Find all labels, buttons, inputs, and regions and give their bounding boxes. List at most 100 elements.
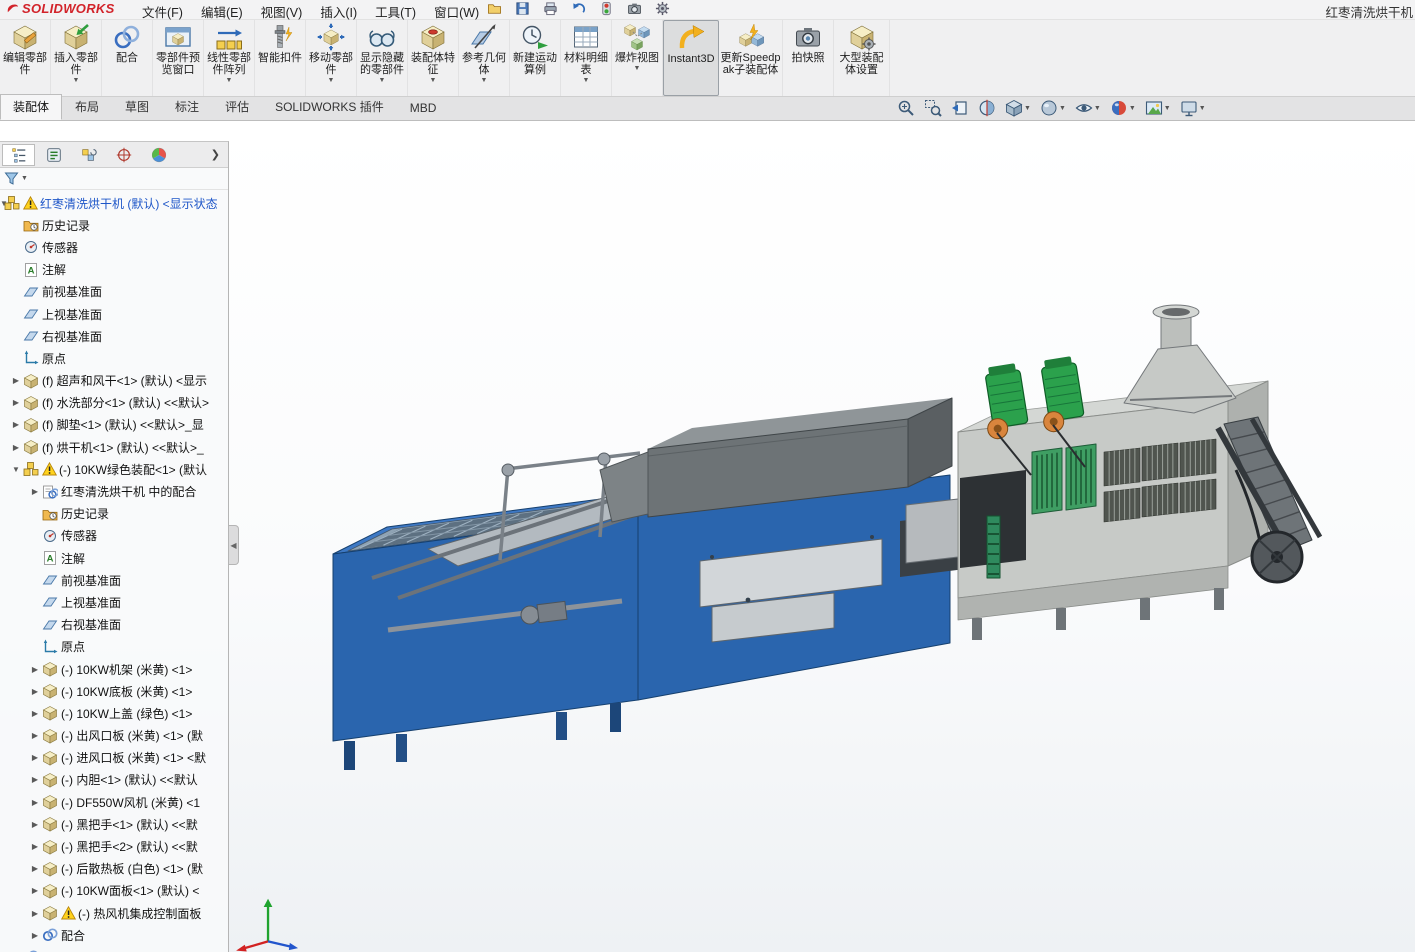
expand-icon[interactable]: ▶ xyxy=(28,909,42,918)
tree-item-21[interactable]: ▶ (-) 10KW机架 (米黄) <1> xyxy=(0,658,228,680)
save-icon[interactable] xyxy=(515,1,530,16)
dropdown-caret-icon[interactable]: ▼ xyxy=(430,77,437,85)
tree-item-25[interactable]: ▶ (-) 进风口板 (米黄) <1> <默 xyxy=(0,747,228,769)
tree-item-18[interactable]: 上视基准面 xyxy=(0,591,228,613)
ribbon-button-instant3d[interactable]: Instant3D xyxy=(663,20,719,96)
expand-icon[interactable]: ▶ xyxy=(28,487,42,496)
rebuild-icon[interactable] xyxy=(599,1,614,16)
ribbon-button-assembly-features[interactable]: 装配体特征 ▼ xyxy=(408,20,459,96)
panel-expand-chevron-icon[interactable]: ❯ xyxy=(205,148,226,161)
ribbon-button-show-hidden-components[interactable]: 显示隐藏的零部件 ▼ xyxy=(357,20,408,96)
tree-item-3[interactable]: A 注解 xyxy=(0,259,228,281)
panel-tab-configurationmanager[interactable] xyxy=(72,144,105,166)
tree-item-19[interactable]: 右视基准面 xyxy=(0,614,228,636)
expand-icon[interactable]: ▶ xyxy=(28,775,42,784)
tab-mbd[interactable]: MBD xyxy=(397,97,450,120)
tree-item-33[interactable]: ▶ 配合 xyxy=(0,924,228,946)
tree-item-16[interactable]: A 注解 xyxy=(0,547,228,569)
expand-icon[interactable]: ▶ xyxy=(28,731,42,740)
tree-item-30[interactable]: ▶ (-) 后散热板 (白色) <1> (默 xyxy=(0,858,228,880)
tree-item-31[interactable]: ▶ (-) 10KW面板<1> (默认) < xyxy=(0,880,228,902)
filter-dropdown-caret-icon[interactable]: ▼ xyxy=(21,175,28,182)
dropdown-caret-icon[interactable]: ▼ xyxy=(1094,105,1101,112)
tree-item-7[interactable]: 原点 xyxy=(0,347,228,369)
dropdown-caret-icon[interactable]: ▼ xyxy=(1024,105,1031,112)
tree-item-24[interactable]: ▶ (-) 出风口板 (米黄) <1> (默 xyxy=(0,725,228,747)
expand-icon[interactable]: ▶ xyxy=(28,886,42,895)
gear-icon[interactable] xyxy=(655,1,670,16)
tab-evaluate[interactable]: 评估 xyxy=(212,94,262,120)
tree-item-1[interactable]: 历史记录 xyxy=(0,214,228,236)
dropdown-caret-icon[interactable]: ▼ xyxy=(481,77,488,85)
ribbon-button-mate[interactable]: 配合 xyxy=(102,20,153,96)
expand-icon[interactable]: ▶ xyxy=(9,398,23,407)
tree-item-32[interactable]: ▶ (-) 热风机集成控制面板 xyxy=(0,902,228,924)
menu-insert[interactable]: 插入(I) xyxy=(311,1,366,22)
tree-item-29[interactable]: ▶ (-) 黑把手<2> (默认) <<默 xyxy=(0,835,228,857)
expand-icon[interactable]: ▶ xyxy=(28,687,42,696)
hud-display-style[interactable]: ▼ xyxy=(1040,99,1066,117)
panel-tab-dimxpertmanager[interactable] xyxy=(107,144,140,166)
hud-zoom-fit[interactable] xyxy=(897,99,915,117)
menu-edit[interactable]: 编辑(E) xyxy=(192,1,252,22)
dropdown-caret-icon[interactable]: ▼ xyxy=(73,77,80,85)
tree-item-10[interactable]: ▶ (f) 脚垫<1> (默认) <<默认>_显 xyxy=(0,414,228,436)
dropdown-caret-icon[interactable]: ▼ xyxy=(1199,105,1206,112)
menu-window[interactable]: 窗口(W) xyxy=(425,1,488,22)
panel-tab-displaymanager[interactable] xyxy=(142,144,175,166)
tree-item-15[interactable]: 传感器 xyxy=(0,525,228,547)
tree-item-34[interactable] xyxy=(0,946,228,952)
dropdown-caret-icon[interactable]: ▼ xyxy=(1059,105,1066,112)
ribbon-button-take-snapshot[interactable]: 拍快照 xyxy=(783,20,834,96)
panel-tab-featuremanager[interactable] xyxy=(2,144,35,166)
tree-item-11[interactable]: ▶ (f) 烘干机<1> (默认) <<默认>_ xyxy=(0,436,228,458)
expand-icon[interactable]: ▶ xyxy=(9,420,23,429)
camera-icon[interactable] xyxy=(627,1,642,16)
hud-apply-scene[interactable]: ▼ xyxy=(1145,99,1171,117)
tree-item-20[interactable]: 原点 xyxy=(0,636,228,658)
dropdown-caret-icon[interactable]: ▼ xyxy=(583,77,590,85)
dropdown-caret-icon[interactable]: ▼ xyxy=(1129,105,1136,112)
tree-item-2[interactable]: 传感器 xyxy=(0,236,228,258)
tree-item-27[interactable]: ▶ (-) DF550W风机 (米黄) <1 xyxy=(0,791,228,813)
tree-item-26[interactable]: ▶ (-) 内胆<1> (默认) <<默认 xyxy=(0,769,228,791)
tree-item-5[interactable]: 上视基准面 xyxy=(0,303,228,325)
expand-icon[interactable]: ▶ xyxy=(28,820,42,829)
tab-assembly[interactable]: 装配体 xyxy=(0,94,62,120)
undo-icon[interactable] xyxy=(571,1,586,16)
tree-item-8[interactable]: ▶ (f) 超声和风干<1> (默认) <显示 xyxy=(0,370,228,392)
tree-item-0[interactable]: ▼ 红枣清洗烘干机 (默认) <显示状态 xyxy=(0,192,228,214)
hud-view-settings[interactable]: ▼ xyxy=(1180,99,1206,117)
tree-item-6[interactable]: 右视基准面 xyxy=(0,325,228,347)
tree-item-22[interactable]: ▶ (-) 10KW底板 (米黄) <1> xyxy=(0,680,228,702)
ribbon-button-linear-component-pattern[interactable]: 线性零部件阵列 ▼ xyxy=(204,20,255,96)
panel-tab-propertymanager[interactable] xyxy=(37,144,70,166)
expand-icon[interactable]: ▶ xyxy=(28,753,42,762)
tab-addins[interactable]: SOLIDWORKS 插件 xyxy=(262,94,397,120)
hud-zoom-area[interactable] xyxy=(924,99,942,117)
panel-collapse-handle[interactable]: ◀ xyxy=(229,525,239,565)
tree-item-4[interactable]: 前视基准面 xyxy=(0,281,228,303)
ribbon-button-component-preview-window[interactable]: 零部件预览窗口 xyxy=(153,20,204,96)
expand-icon[interactable]: ▶ xyxy=(28,931,42,940)
ribbon-button-update-speedpak[interactable]: 更新Speedpak子装配体 xyxy=(719,20,783,96)
expand-icon[interactable]: ▶ xyxy=(28,798,42,807)
collapse-icon[interactable]: ▼ xyxy=(9,465,23,474)
menu-view[interactable]: 视图(V) xyxy=(252,1,312,22)
open-icon[interactable] xyxy=(487,1,502,16)
tree-item-13[interactable]: ▶ 红枣清洗烘干机 中的配合 xyxy=(0,480,228,502)
expand-icon[interactable]: ▶ xyxy=(28,709,42,718)
tree-item-28[interactable]: ▶ (-) 黑把手<1> (默认) <<默 xyxy=(0,813,228,835)
expand-icon[interactable]: ▶ xyxy=(9,376,23,385)
expand-icon[interactable]: ▶ xyxy=(28,665,42,674)
ribbon-button-insert-component[interactable]: 插入零部件 ▼ xyxy=(51,20,102,96)
print-icon[interactable] xyxy=(543,1,558,16)
tree-item-14[interactable]: 历史记录 xyxy=(0,503,228,525)
tree-item-12[interactable]: ▼ (-) 10KW绿色装配<1> (默认 xyxy=(0,458,228,480)
hud-previous-view[interactable] xyxy=(951,99,969,117)
graphics-viewport[interactable]: ❯ ▼ ▼ 红枣清洗烘干机 (默认) <显示状态 历史记录 传感器 xyxy=(0,121,1415,952)
ribbon-button-reference-geometry[interactable]: 参考几何体 ▼ xyxy=(459,20,510,96)
tree-item-23[interactable]: ▶ (-) 10KW上盖 (绿色) <1> xyxy=(0,702,228,724)
dropdown-caret-icon[interactable]: ▼ xyxy=(1164,105,1171,112)
expand-icon[interactable]: ▶ xyxy=(9,443,23,452)
